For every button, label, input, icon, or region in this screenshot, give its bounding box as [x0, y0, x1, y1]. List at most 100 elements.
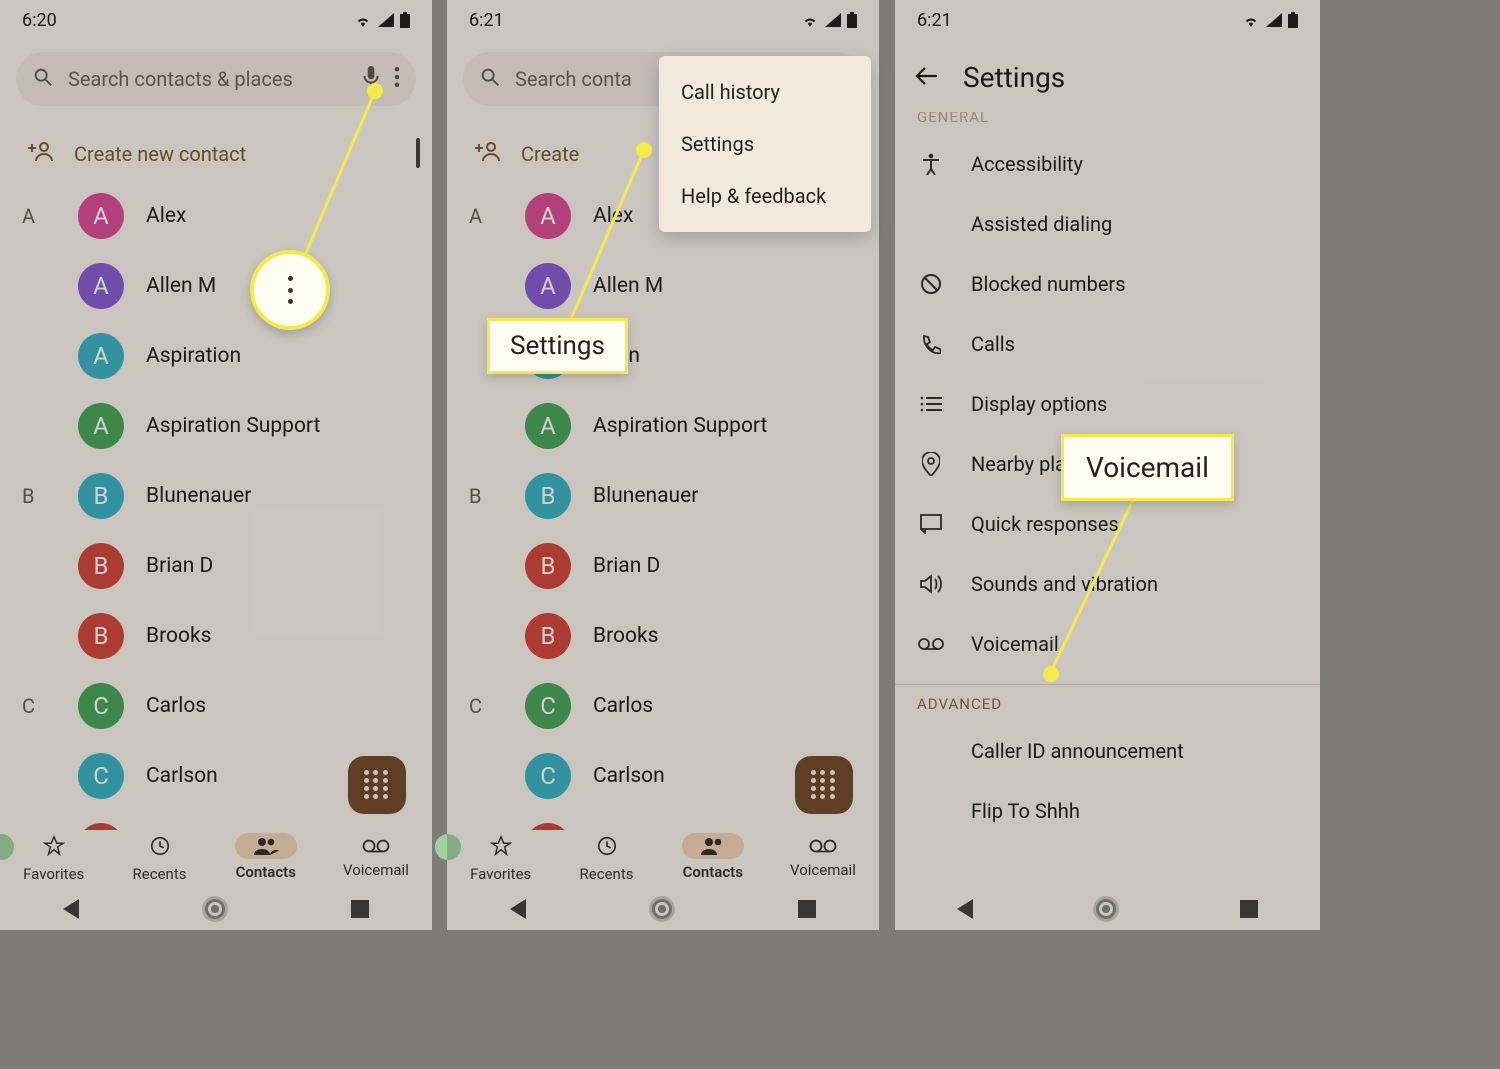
overview-button[interactable] [1240, 900, 1258, 918]
dialpad-icon [364, 770, 390, 800]
nav-favorites[interactable]: Favorites [23, 831, 84, 883]
setting-label: Calls [971, 332, 1015, 356]
list-item[interactable]: A Allen M [0, 257, 432, 315]
scroll-indicator[interactable] [416, 138, 420, 168]
contact-name: Aspiration [146, 344, 241, 368]
dialpad-fab[interactable] [348, 756, 406, 814]
setting-label: Assisted dialing [971, 212, 1112, 236]
list-item[interactable]: A Aspiration [0, 327, 432, 385]
list-item[interactable]: CCCarlos [0, 677, 432, 735]
contact-name: Aspiration Support [593, 414, 767, 438]
avatar: B [78, 473, 124, 519]
battery-icon [400, 12, 410, 28]
battery-icon [1288, 12, 1298, 28]
back-button[interactable] [510, 899, 526, 919]
setting-accessibility[interactable]: Accessibility [895, 134, 1320, 194]
wifi-icon [1242, 13, 1260, 27]
avatar: A [78, 263, 124, 309]
callout-overflow-menu [250, 250, 330, 330]
location-icon [917, 452, 945, 476]
callout-dot [636, 142, 652, 158]
overview-button[interactable] [798, 900, 816, 918]
setting-sounds-vibration[interactable]: Sounds and vibration [895, 554, 1320, 614]
nav-label: Contacts [683, 863, 743, 881]
settings-title: Settings [963, 61, 1065, 94]
signal-icon [825, 13, 841, 27]
signal-icon [1266, 13, 1282, 27]
menu-call-history[interactable]: Call history [659, 66, 871, 118]
clock-text: 6:20 [22, 10, 57, 31]
back-button[interactable] [957, 899, 973, 919]
setting-quick-responses[interactable]: Quick responses [895, 494, 1320, 554]
nav-favorites[interactable]: Favorites [470, 831, 531, 883]
nav-voicemail[interactable]: Voicemail [343, 835, 409, 879]
section-letter: B [469, 484, 481, 508]
more-icon[interactable] [394, 67, 400, 91]
back-arrow-icon[interactable] [915, 66, 939, 90]
search-icon [479, 66, 501, 92]
battery-icon [847, 12, 857, 28]
setting-calls[interactable]: Calls [895, 314, 1320, 374]
list-item[interactable]: BBBlunenauer [0, 467, 432, 525]
nav-recents[interactable]: Recents [578, 831, 636, 883]
dialpad-fab[interactable] [795, 756, 853, 814]
list-item[interactable]: A Aspiration Support [447, 397, 879, 455]
home-button[interactable] [205, 899, 225, 919]
list-item[interactable]: BBrooks [447, 607, 879, 665]
contact-name: Blunenauer [593, 484, 698, 508]
setting-label: Blocked numbers [971, 272, 1126, 296]
wifi-icon [354, 13, 372, 27]
contact-name: Brian D [146, 554, 213, 578]
status-bar: 6:20 [0, 0, 432, 40]
contact-name: Allen M [146, 274, 216, 298]
overflow-menu: Call history Settings Help & feedback [659, 56, 871, 232]
create-contact-label: Create new contact [74, 142, 246, 166]
overview-button[interactable] [351, 900, 369, 918]
avatar: C [525, 683, 571, 729]
setting-voicemail[interactable]: Voicemail [895, 614, 1320, 674]
create-contact-row[interactable]: Create new contact [0, 124, 432, 187]
home-button[interactable] [1096, 899, 1116, 919]
list-item[interactable]: AAAlex [0, 187, 432, 245]
nav-label: Recents [133, 865, 187, 883]
contact-name: Carlson [593, 764, 665, 788]
setting-assisted-dialing[interactable]: Assisted dialing [895, 194, 1320, 254]
nav-contacts[interactable]: Contacts [235, 833, 297, 881]
section-letter: A [469, 204, 482, 228]
avatar: A [525, 263, 571, 309]
bottom-nav: Favorites Recents Contacts Voicemail [447, 826, 879, 888]
setting-caller-id[interactable]: Caller ID announcement [895, 721, 1320, 781]
nav-voicemail[interactable]: Voicemail [790, 835, 856, 879]
system-nav [895, 888, 1320, 930]
avatar: A [78, 333, 124, 379]
setting-flip-to-shhh[interactable]: Flip To Shhh [895, 781, 1320, 841]
home-button[interactable] [652, 899, 672, 919]
list-item[interactable]: BBrian D [0, 537, 432, 595]
create-contact-label: Create [521, 142, 579, 166]
back-button[interactable] [63, 899, 79, 919]
list-item[interactable]: CCCarlos [447, 677, 879, 735]
setting-blocked-numbers[interactable]: Blocked numbers [895, 254, 1320, 314]
section-letter: C [22, 694, 35, 718]
contact-name: Alex [146, 204, 186, 228]
list-item[interactable]: BBrooks [0, 607, 432, 665]
list-item[interactable]: B B Blunenauer [447, 467, 879, 525]
nav-contacts[interactable]: Contacts [682, 833, 744, 881]
status-bar: 6:21 [447, 0, 879, 40]
search-bar[interactable]: Search contacts & places [16, 52, 416, 106]
avatar: A [78, 403, 124, 449]
menu-settings[interactable]: Settings [659, 118, 871, 170]
contact-name: Brooks [146, 624, 211, 648]
list-item[interactable]: AAspiration Support [0, 397, 432, 455]
avatar: A [525, 403, 571, 449]
list-item[interactable]: AAllen M [447, 257, 879, 315]
nav-recents[interactable]: Recents [131, 831, 189, 883]
avatar: B [525, 473, 571, 519]
avatar: B [525, 543, 571, 589]
dialpad-icon [811, 770, 837, 800]
clock-icon [131, 831, 189, 861]
block-icon [917, 273, 945, 295]
list-item[interactable]: BBrian D [447, 537, 879, 595]
setting-display-options[interactable]: Display options [895, 374, 1320, 434]
menu-help-feedback[interactable]: Help & feedback [659, 170, 871, 222]
